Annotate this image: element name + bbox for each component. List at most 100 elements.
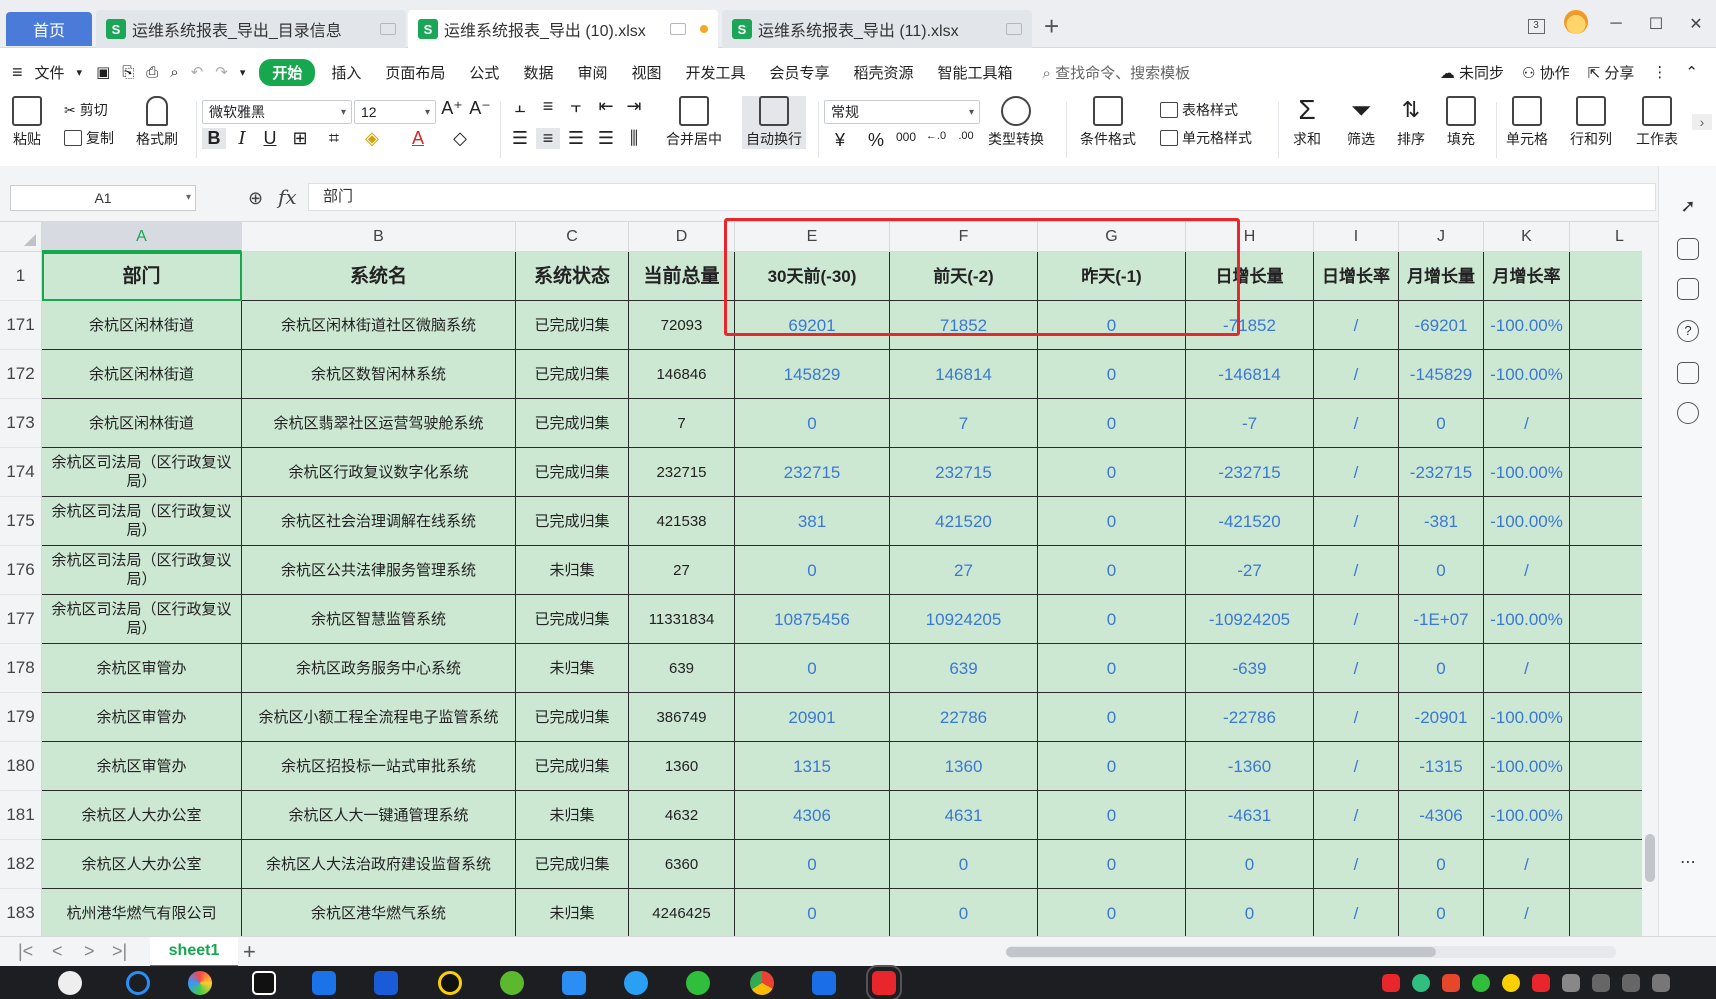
row-number[interactable]: 174 <box>0 448 42 497</box>
chrome-icon[interactable] <box>750 971 774 995</box>
table-cell[interactable]: 已完成归集 <box>516 595 629 644</box>
table-cell[interactable]: 余杭区司法局（区行政复议局） <box>42 546 242 595</box>
cursor-icon[interactable]: ➚ <box>1677 196 1699 218</box>
tray-keyboard-icon[interactable] <box>1562 974 1580 992</box>
row-number[interactable]: 1 <box>0 252 42 301</box>
table-cell[interactable]: -100.00% <box>1484 595 1570 644</box>
table-cell[interactable]: -71852 <box>1186 301 1314 350</box>
table-cell[interactable]: 0 <box>1399 644 1484 693</box>
table-cell[interactable]: 余杭区司法局（区行政复议局） <box>42 448 242 497</box>
window-app-icon[interactable] <box>812 971 836 995</box>
first-sheet-icon[interactable]: |< <box>18 941 33 962</box>
scroll-thumb[interactable] <box>1006 947 1436 957</box>
undo-icon[interactable]: ↶ <box>185 63 210 81</box>
currency-button[interactable]: ¥ <box>828 130 852 151</box>
table-cell[interactable]: 余杭区闲林街道 <box>42 301 242 350</box>
empty-cell[interactable] <box>1570 301 1642 350</box>
next-sheet-icon[interactable]: > <box>84 941 95 962</box>
table-cell[interactable]: 20901 <box>735 693 890 742</box>
indent-decrease-icon[interactable]: ⇤ <box>594 96 618 117</box>
more-menu-icon[interactable]: ⋮ <box>1652 63 1667 81</box>
menu-data[interactable]: 数据 <box>511 62 565 83</box>
table-cell[interactable]: -145829 <box>1399 350 1484 399</box>
column-header-j[interactable]: J <box>1399 222 1484 252</box>
table-cell[interactable]: / <box>1314 399 1399 448</box>
table-style-button[interactable]: 表格样式 <box>1160 100 1238 120</box>
empty-cell[interactable] <box>1570 350 1642 399</box>
menu-view[interactable]: 视图 <box>619 62 673 83</box>
table-cell[interactable]: 0 <box>1038 889 1186 936</box>
menu-file[interactable]: 文件 <box>35 62 77 83</box>
table-cell[interactable]: / <box>1314 742 1399 791</box>
menu-review[interactable]: 审阅 <box>565 62 619 83</box>
column-header-i[interactable]: I <box>1314 222 1399 252</box>
table-cell[interactable]: 11331834 <box>629 595 735 644</box>
align-top-icon[interactable]: ⫠ <box>508 96 532 117</box>
increase-font-icon[interactable]: A⁺ <box>440 98 464 119</box>
table-cell[interactable]: 余杭区司法局（区行政复议局） <box>42 497 242 546</box>
table-cell[interactable]: -100.00% <box>1484 448 1570 497</box>
table-cell[interactable]: 0 <box>1038 595 1186 644</box>
monitor-icon[interactable] <box>670 23 686 35</box>
table-cell[interactable]: -100.00% <box>1484 791 1570 840</box>
column-header-f[interactable]: F <box>890 222 1038 252</box>
table-cell[interactable]: 余杭区数智闲林系统 <box>242 350 516 399</box>
tab-report-10[interactable]: S 运维系统报表_导出 (10).xlsx <box>408 10 718 48</box>
table-cell[interactable]: 余杭区行政复议数字化系统 <box>242 448 516 497</box>
table-cell[interactable]: / <box>1314 693 1399 742</box>
table-cell[interactable]: 0 <box>1038 693 1186 742</box>
table-cell[interactable]: 232715 <box>629 448 735 497</box>
row-number[interactable]: 171 <box>0 301 42 350</box>
table-cell[interactable]: 639 <box>890 644 1038 693</box>
name-box[interactable]: A1 <box>10 185 196 211</box>
table-cell[interactable]: -100.00% <box>1484 350 1570 399</box>
share-button[interactable]: ⇱ 分享 <box>1588 62 1635 83</box>
browser-icon[interactable] <box>188 971 212 995</box>
table-cell[interactable]: -146814 <box>1186 350 1314 399</box>
save-icon[interactable]: ▣ <box>90 63 116 81</box>
table-cell[interactable]: 639 <box>629 644 735 693</box>
table-cell[interactable]: / <box>1314 840 1399 889</box>
sheet-tab[interactable]: sheet1 <box>150 937 238 967</box>
table-cell[interactable]: 未归集 <box>516 644 629 693</box>
distribute-icon[interactable]: ⫼ <box>622 128 646 149</box>
table-cell[interactable]: 146846 <box>629 350 735 399</box>
help-icon[interactable]: ? <box>1677 320 1699 342</box>
table-cell[interactable]: 4246425 <box>629 889 735 936</box>
table-cell[interactable]: / <box>1314 791 1399 840</box>
row-number[interactable]: 177 <box>0 595 42 644</box>
header-cell[interactable]: 月增长率 <box>1484 252 1570 301</box>
thousands-button[interactable]: 000 <box>894 130 918 144</box>
row-number[interactable]: 181 <box>0 791 42 840</box>
table-cell[interactable]: 71852 <box>890 301 1038 350</box>
align-left-icon[interactable]: ☰ <box>508 128 532 149</box>
format-painter-button[interactable]: 格式刷 <box>136 96 178 149</box>
table-cell[interactable]: 7 <box>890 399 1038 448</box>
column-header-a[interactable]: A <box>42 222 242 252</box>
empty-cell[interactable] <box>1570 497 1642 546</box>
table-cell[interactable]: -421520 <box>1186 497 1314 546</box>
copy-button[interactable]: 复制 <box>64 128 114 148</box>
table-cell[interactable]: -1315 <box>1399 742 1484 791</box>
wrap-text-button[interactable]: 自动换行 <box>742 96 806 149</box>
menu-smart-tools[interactable]: 智能工具箱 <box>926 62 1025 83</box>
table-cell[interactable]: 余杭区审管办 <box>42 742 242 791</box>
column-header-b[interactable]: B <box>242 222 516 252</box>
table-cell[interactable]: -4631 <box>1186 791 1314 840</box>
green-app-icon[interactable] <box>500 971 524 995</box>
header-cell[interactable]: 当前总量 <box>629 252 735 301</box>
font-color-icon[interactable]: A <box>406 128 430 149</box>
menu-member[interactable]: 会员专享 <box>758 62 842 83</box>
table-cell[interactable]: 1360 <box>629 742 735 791</box>
align-middle-icon[interactable]: ≡ <box>536 96 560 117</box>
table-tools-icon[interactable] <box>1677 362 1699 384</box>
conditional-format-button[interactable]: 条件格式 <box>1080 96 1136 149</box>
empty-cell[interactable] <box>1570 791 1642 840</box>
menu-resources[interactable]: 稻壳资源 <box>842 62 926 83</box>
table-cell[interactable]: -7 <box>1186 399 1314 448</box>
table-cell[interactable]: / <box>1314 889 1399 936</box>
table-cell[interactable]: 已完成归集 <box>516 399 629 448</box>
table-cell[interactable]: 4632 <box>629 791 735 840</box>
lightning-icon[interactable] <box>1677 402 1699 424</box>
horizontal-scrollbar[interactable] <box>1006 946 1616 958</box>
